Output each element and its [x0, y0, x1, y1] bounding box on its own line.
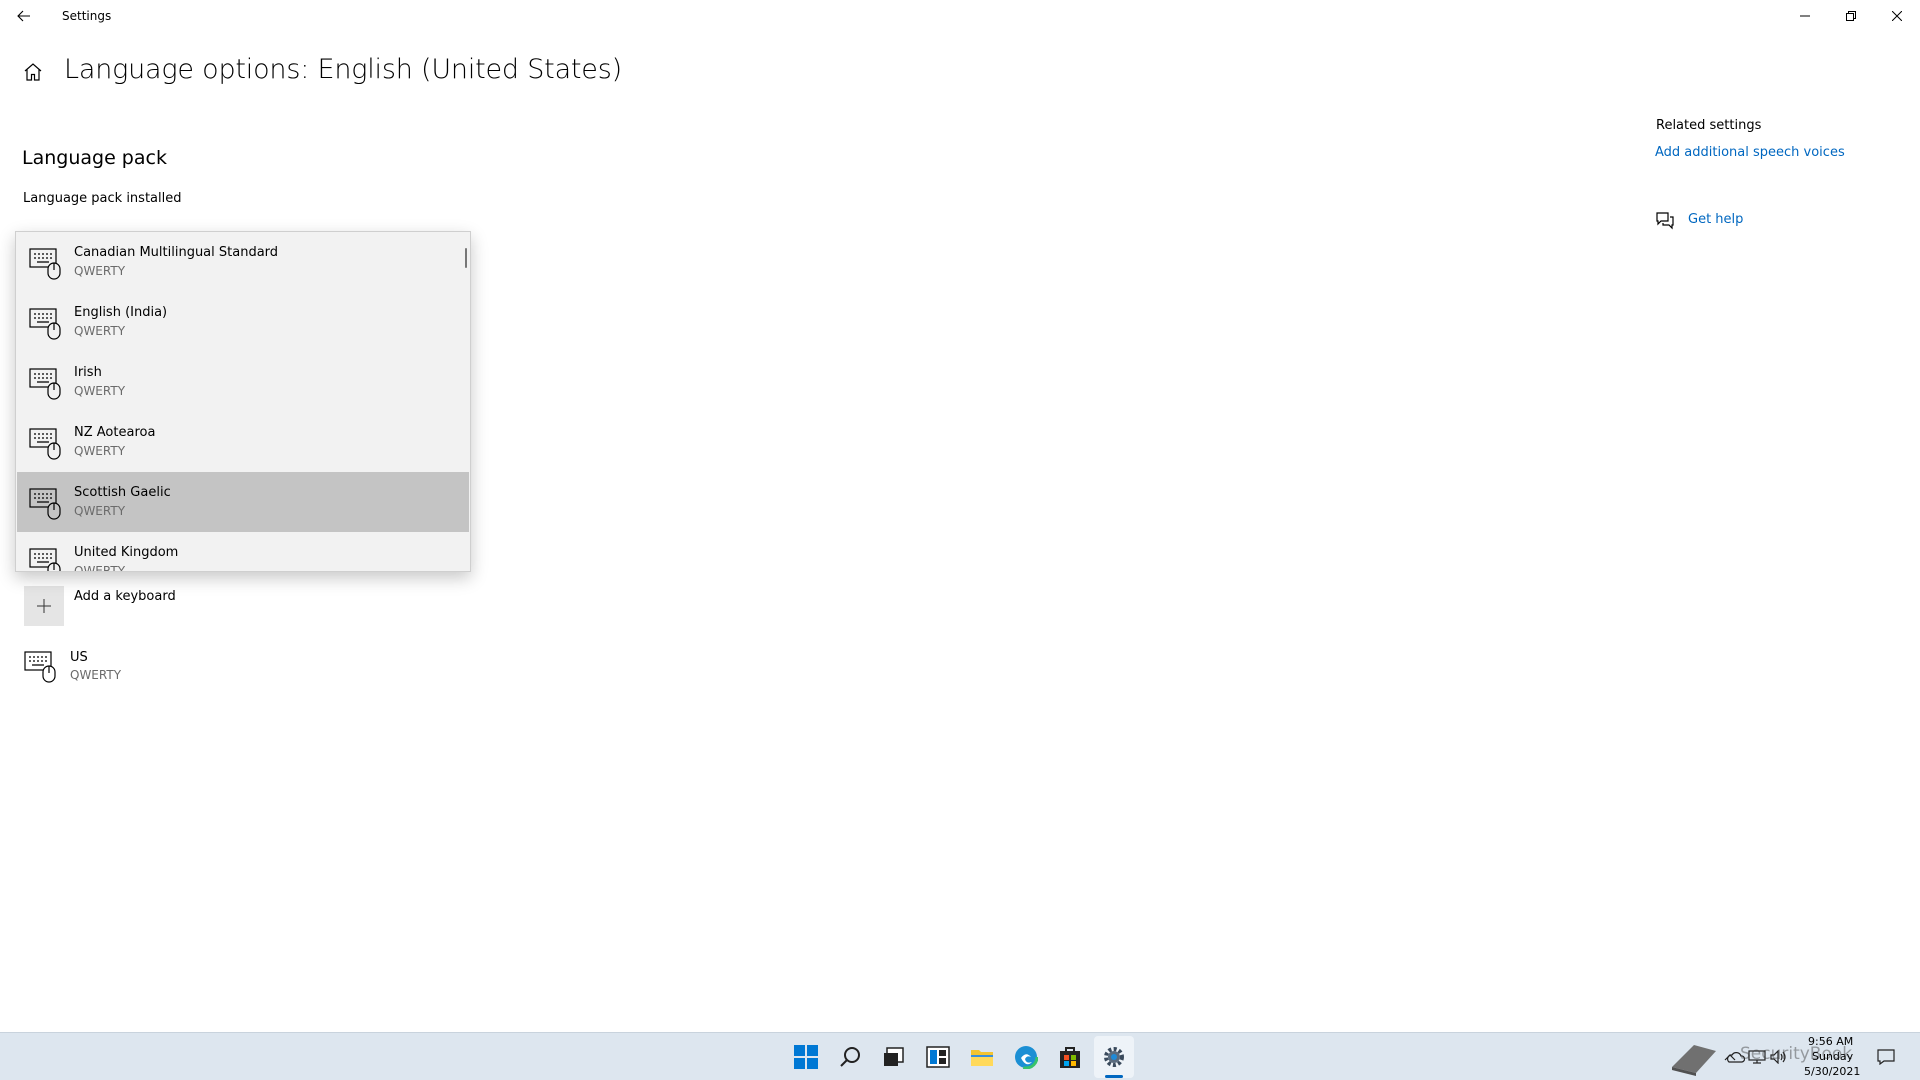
keyboard-icon [29, 548, 61, 571]
flyout-item-name: United Kingdom [74, 545, 179, 560]
book-logo-icon [1668, 1041, 1720, 1077]
close-icon [1892, 11, 1902, 21]
flyout-item-name: English (India) [74, 305, 168, 320]
keyboard-picker-flyout[interactable]: Canadian Multilingual Standard QWERTY En… [15, 231, 471, 572]
close-button[interactable] [1874, 0, 1920, 32]
language-pack-status: Language pack installed [23, 191, 182, 206]
settings-gear-icon[interactable] [1100, 1043, 1128, 1071]
related-settings-heading: Related settings [1656, 118, 1762, 133]
flyout-item-name: NZ Aotearoa [74, 425, 156, 440]
file-explorer-icon[interactable] [968, 1043, 996, 1071]
get-help-link[interactable]: Get help [1688, 212, 1743, 227]
keyboard-icon [29, 428, 61, 460]
language-pack-heading: Language pack [22, 147, 167, 169]
keyboard-icon [29, 248, 61, 280]
flyout-item-layout: QWERTY [74, 324, 126, 338]
flyout-item-name: Canadian Multilingual Standard [74, 245, 279, 260]
start-icon[interactable] [792, 1043, 820, 1071]
back-button[interactable] [0, 0, 48, 32]
keyboard-icon [29, 308, 61, 340]
flyout-item[interactable]: Irish QWERTY [17, 352, 469, 412]
page-title: Language options: English (United States… [64, 54, 622, 85]
installed-keyboard-layout: QWERTY [70, 668, 122, 682]
store-icon[interactable] [1056, 1043, 1084, 1071]
flyout-item-layout: QWERTY [74, 384, 126, 398]
installed-keyboard-name[interactable]: US [70, 650, 88, 665]
title-bar: Settings [0, 0, 1920, 32]
help-chat-icon[interactable] [1655, 210, 1675, 230]
clock-day[interactable]: Sunday [1812, 1050, 1853, 1063]
speech-voices-link[interactable]: Add additional speech voices [1655, 145, 1845, 160]
back-arrow-icon [17, 10, 30, 22]
taskbar [0, 1032, 1920, 1080]
restore-icon [1846, 11, 1856, 21]
minimize-button[interactable] [1782, 0, 1828, 32]
add-keyboard-button[interactable] [24, 586, 64, 626]
restore-button[interactable] [1828, 0, 1874, 32]
flyout-item-layout: QWERTY [74, 564, 126, 572]
edge-icon[interactable] [1012, 1043, 1040, 1071]
flyout-item[interactable]: United Kingdom QWERTY [17, 532, 469, 572]
flyout-item[interactable]: English (India) QWERTY [17, 292, 469, 352]
plus-icon [37, 599, 51, 613]
flyout-scrollbar[interactable] [465, 248, 467, 268]
clock-time[interactable]: 9:56 AM [1808, 1035, 1853, 1048]
flyout-item-name: Scottish Gaelic [74, 485, 171, 500]
minimize-icon [1800, 15, 1810, 17]
home-icon[interactable] [22, 61, 44, 83]
flyout-item-layout: QWERTY [74, 444, 126, 458]
active-app-indicator [1105, 1075, 1123, 1078]
app-title: Settings [62, 9, 112, 23]
add-keyboard-label[interactable]: Add a keyboard [74, 589, 176, 604]
widgets-icon[interactable] [924, 1043, 952, 1071]
task-view-icon[interactable] [880, 1043, 908, 1071]
flyout-item-layout: QWERTY [74, 504, 126, 518]
clock-date[interactable]: 5/30/2021 [1804, 1065, 1860, 1078]
flyout-item-layout: QWERTY [74, 264, 126, 278]
keyboard-icon [29, 488, 61, 520]
notification-icon[interactable] [1874, 1043, 1898, 1071]
keyboard-icon [29, 368, 61, 400]
flyout-item-name: Irish [74, 365, 102, 380]
flyout-item-selected[interactable]: Scottish Gaelic QWERTY [17, 472, 469, 532]
keyboard-icon [24, 648, 60, 684]
flyout-item[interactable]: NZ Aotearoa QWERTY [17, 412, 469, 472]
flyout-item[interactable]: Canadian Multilingual Standard QWERTY [17, 232, 469, 292]
search-icon[interactable] [836, 1043, 864, 1071]
